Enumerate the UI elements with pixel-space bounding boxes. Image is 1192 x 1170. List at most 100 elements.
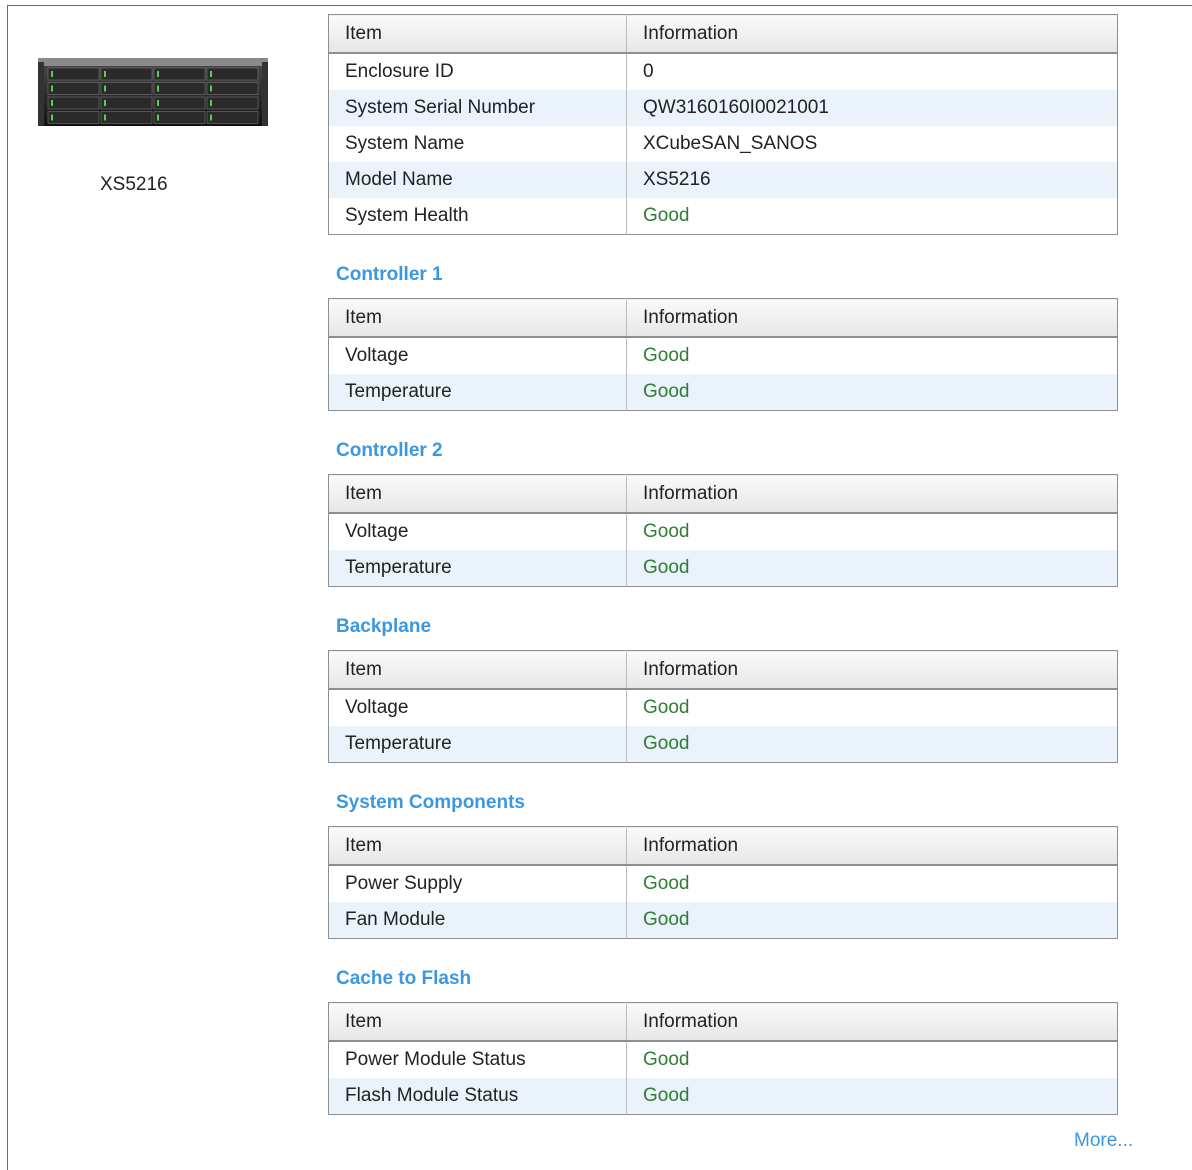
table-header-row: Item Information: [328, 474, 1118, 514]
row-item-label: Fan Module: [328, 902, 627, 939]
row-status-value: Good: [626, 726, 1118, 763]
drive-led: [104, 100, 106, 106]
row-item-label: Power Module Status: [345, 1049, 526, 1070]
table-row: Enclosure ID 0: [329, 53, 1118, 90]
row-item-label: System Serial Number: [328, 90, 627, 126]
row-status-value: Good: [626, 1078, 1118, 1115]
row-info-value: QW3160160I0021001: [626, 90, 1118, 126]
table-header-row: Item Information: [328, 650, 1118, 690]
table-row: System Name XCubeSAN_SANOS: [329, 126, 1118, 162]
row-item-label: System Health: [345, 205, 469, 226]
row-status-value: Good: [626, 865, 1118, 902]
drive-bay: [47, 67, 100, 81]
column-header-information: Information: [626, 826, 1118, 866]
row-status-value: Good: [626, 902, 1118, 939]
drive-led: [51, 100, 53, 106]
table-header-row: Item Information: [328, 826, 1118, 866]
section-title: Cache to Flash: [336, 968, 472, 989]
drive-led: [210, 100, 212, 106]
drive-bay: [100, 82, 153, 95]
drive-bay: [153, 111, 206, 124]
column-header-item: Item: [328, 650, 627, 690]
drive-led: [157, 71, 159, 77]
section-status-table: Item Information Voltage Good Temperature Goo…: [328, 650, 1118, 763]
section-title: Controller 1: [336, 264, 443, 285]
section-title: Controller 2: [336, 440, 443, 461]
drive-led: [104, 85, 106, 92]
section-status-table: Item Information Power Supply Good Fan Modul…: [328, 826, 1118, 939]
drive-led: [157, 114, 159, 121]
drive-led: [104, 71, 106, 77]
drive-led: [210, 114, 212, 121]
row-item-label: System Name: [345, 133, 465, 154]
drive-led: [210, 85, 212, 92]
table-row: Power Module Status Good: [329, 1041, 1118, 1078]
row-status-value: Good: [626, 374, 1118, 411]
row-status-value: Good: [626, 513, 1118, 550]
drive-led: [210, 71, 212, 77]
column-header-information: Information: [626, 298, 1118, 338]
drive-bay: [47, 96, 100, 110]
row-status-value: Good: [626, 689, 1118, 726]
row-status-value: Good: [626, 337, 1118, 374]
drive-bay: [153, 82, 206, 95]
more-link[interactable]: More...: [1074, 1130, 1133, 1152]
drive-bay: [153, 96, 206, 110]
drive-bay: [100, 96, 153, 110]
table-header-row: Item Information: [328, 298, 1118, 338]
table-row: Fan Module Good: [328, 902, 1118, 939]
row-item-label: Flash Module Status: [328, 1078, 627, 1115]
column-header-item: Item: [328, 298, 627, 338]
section-status-table: Item Information Power Module Status Good Fl…: [328, 1002, 1118, 1115]
status-content: Item Information Enclosure ID 0 System Ser…: [328, 14, 1118, 1115]
row-item-label: Temperature: [328, 374, 627, 411]
table-row: System Serial Number QW3160160I0021001: [328, 90, 1118, 126]
row-status-value: Good: [626, 1041, 1118, 1078]
column-header-item: Item: [328, 1002, 627, 1042]
table-row: Flash Module Status Good: [328, 1078, 1118, 1115]
device-model-label: XS5216: [100, 174, 168, 195]
column-header-information: Information: [626, 14, 1118, 54]
table-row: Temperature Good: [328, 726, 1118, 763]
row-info-value: 0: [626, 53, 1118, 90]
drive-led: [51, 85, 53, 92]
table-row: Voltage Good: [329, 337, 1118, 374]
drive-bay: [153, 67, 206, 81]
row-item-label: Temperature: [328, 726, 627, 763]
section-title: Backplane: [336, 616, 432, 637]
section-status-table: Item Information Voltage Good Temperature Goo…: [328, 298, 1118, 411]
row-item-label: Model Name: [328, 162, 627, 198]
section-title: System Components: [336, 792, 525, 813]
drive-bay: [100, 111, 153, 124]
storage-enclosure-image: [38, 58, 268, 126]
section-status-table: Item Information Voltage Good Temperature Goo…: [328, 474, 1118, 587]
drive-bay: [206, 111, 259, 124]
column-header-information: Information: [626, 650, 1118, 690]
row-item-label: Voltage: [345, 697, 409, 718]
table-row: Temperature Good: [328, 374, 1118, 411]
system-info-table: Item Information Enclosure ID 0 System Ser…: [328, 14, 1118, 235]
row-item-label: Voltage: [345, 521, 409, 542]
row-item-label: Power Supply: [345, 873, 463, 894]
drive-led: [104, 114, 106, 121]
table-row: System Health Good: [329, 198, 1118, 235]
table-row: Model Name XS5216: [328, 162, 1118, 198]
drive-bay: [206, 96, 259, 110]
table-header-row: Item Information: [328, 14, 1118, 54]
column-header-item: Item: [328, 826, 627, 866]
drive-bay: [100, 67, 153, 81]
row-status-value: Good: [626, 198, 1118, 235]
row-item-label: Voltage: [345, 345, 409, 366]
column-header-item: Item: [328, 474, 627, 514]
row-item-label: Enclosure ID: [345, 61, 454, 82]
table-row: Voltage Good: [329, 513, 1118, 550]
column-header-item: Item: [328, 14, 627, 54]
drive-bay: [47, 82, 100, 95]
table-row: Temperature Good: [328, 550, 1118, 587]
row-item-label: Temperature: [328, 550, 627, 587]
drive-led: [157, 100, 159, 106]
table-row: Voltage Good: [329, 689, 1118, 726]
drive-bay: [47, 111, 100, 124]
drive-bay: [206, 67, 259, 81]
row-status-value: Good: [626, 550, 1118, 587]
